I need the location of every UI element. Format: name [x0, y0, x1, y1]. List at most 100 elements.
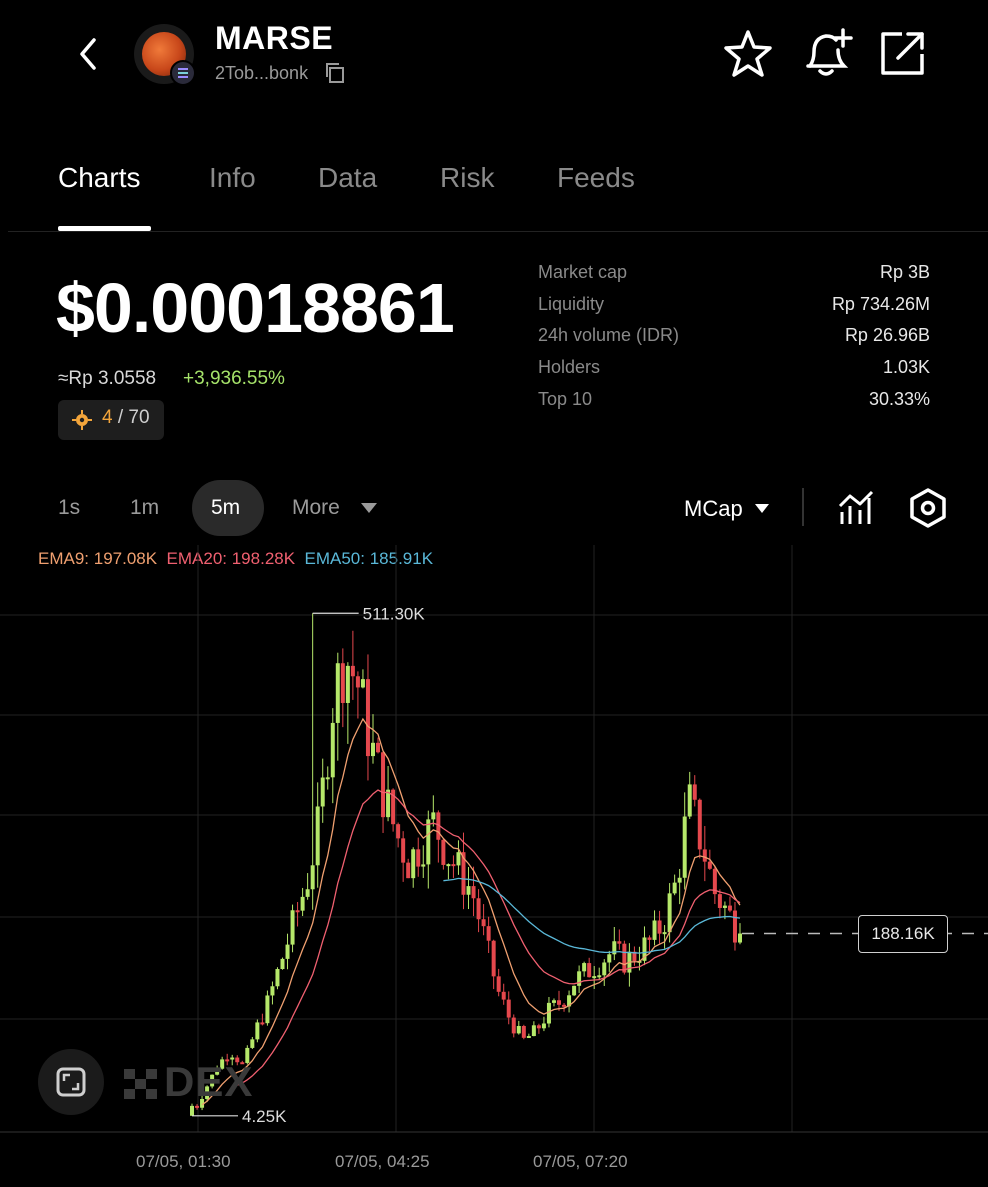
candle-body — [305, 889, 310, 897]
stat-label-market-cap: Market cap — [538, 262, 628, 282]
interval-1s[interactable]: 1s — [58, 496, 80, 520]
candle-body — [677, 877, 682, 883]
stat-label-top10: Top 10 — [538, 389, 593, 409]
watermark-text: DEX — [164, 1058, 254, 1105]
candle-body — [602, 962, 607, 976]
metric-select[interactable]: MCap — [684, 496, 743, 522]
candle-body — [255, 1022, 260, 1040]
bell-plus-icon[interactable] — [800, 26, 854, 80]
candle-body — [707, 861, 712, 869]
candle-body — [330, 722, 335, 778]
stat-value-volume: Rp 26.96B — [844, 325, 930, 345]
share-icon[interactable] — [878, 28, 928, 78]
risk-score-value: 4 — [102, 407, 113, 428]
candle-body — [687, 784, 692, 817]
high-value-label: 511.30K — [363, 604, 426, 623]
candle-body — [722, 905, 727, 908]
candle-body — [526, 1036, 531, 1039]
candle-body — [476, 898, 481, 920]
candle-body — [195, 1105, 200, 1108]
interval-more[interactable]: More — [292, 496, 340, 520]
stat-label-liquidity: Liquidity — [538, 294, 605, 314]
candle-body — [426, 819, 431, 865]
stat-label-holders: Holders — [538, 357, 601, 377]
candle-body — [190, 1105, 194, 1116]
candle-body — [285, 944, 290, 959]
candle-body — [738, 933, 742, 943]
tab-info[interactable]: Info — [209, 162, 256, 194]
candle-body — [501, 991, 506, 1000]
toolbar-divider — [802, 488, 804, 526]
ema50-line — [443, 877, 741, 954]
candle-body — [496, 976, 501, 992]
interval-1m[interactable]: 1m — [130, 496, 159, 520]
candle-body — [717, 894, 722, 908]
tab-divider — [8, 231, 988, 232]
candle-body — [481, 919, 486, 927]
candle-body — [370, 742, 375, 757]
candle-body — [290, 910, 295, 945]
risk-score: 4 / 70 — [102, 407, 150, 429]
candle-body — [506, 999, 511, 1018]
candle-body — [376, 742, 381, 753]
tab-data[interactable]: Data — [318, 162, 377, 194]
tab-risk[interactable]: Risk — [440, 162, 494, 194]
chevron-down-icon[interactable] — [754, 503, 770, 514]
candle-body — [662, 932, 667, 935]
x-tick-label: 07/05, 01:30 — [136, 1152, 231, 1171]
candle-body — [451, 864, 456, 867]
current-value-label: 188.16K — [858, 914, 948, 953]
candle-body — [381, 752, 386, 818]
candle-body — [345, 665, 350, 703]
candle-body — [697, 799, 702, 850]
back-icon[interactable] — [70, 30, 106, 78]
ema20-line — [231, 789, 741, 1089]
candle-body — [275, 969, 280, 987]
stat-value-market-cap: Rp 3B — [879, 262, 930, 282]
candle-body — [672, 882, 677, 894]
candle-body — [260, 1022, 265, 1025]
candle-body — [702, 849, 707, 862]
candle-body — [546, 1002, 551, 1024]
candle-body — [592, 976, 597, 979]
candle-body — [486, 926, 491, 941]
candle-body — [421, 864, 426, 867]
tab-charts[interactable]: Charts — [58, 162, 140, 194]
stat-value-holders: 1.03K — [882, 357, 930, 377]
candle-body — [300, 896, 305, 911]
candle-body — [531, 1025, 536, 1037]
candle-body — [491, 940, 496, 977]
candle-body — [667, 893, 672, 933]
candle-body — [365, 679, 370, 757]
indicator-icon[interactable] — [836, 488, 876, 528]
candle-body — [577, 971, 582, 986]
chevron-down-icon[interactable] — [360, 502, 378, 514]
price-change: +3,936.55% — [183, 368, 285, 389]
candle-body — [582, 963, 587, 972]
candle-body — [340, 663, 345, 703]
candle-body — [325, 777, 330, 780]
candle-body — [511, 1017, 516, 1034]
candle-body — [727, 905, 732, 911]
candle-body — [562, 1004, 567, 1007]
stat-value-top10: 30.33% — [868, 389, 930, 409]
price-rp: ≈Rp 3.0558 — [58, 368, 157, 389]
dex-logo-icon — [124, 1068, 157, 1099]
candle-body — [732, 910, 737, 943]
interval-5m[interactable]: 5m — [211, 496, 240, 520]
price-chart[interactable]: 511.30K 4.25K — [0, 545, 988, 1145]
low-value-label: 4.25K — [242, 1107, 287, 1126]
fullscreen-button[interactable] — [38, 1049, 104, 1115]
candle-body — [431, 812, 436, 820]
candle-body — [682, 816, 687, 878]
copy-icon[interactable] — [324, 62, 346, 84]
stat-value-liquidity: Rp 734.26M — [831, 294, 930, 314]
settings-icon[interactable] — [906, 486, 950, 530]
star-icon[interactable] — [722, 28, 774, 80]
tab-feeds[interactable]: Feeds — [557, 162, 635, 194]
token-name: MARSE — [215, 20, 334, 56]
candle-body — [652, 920, 657, 940]
chart-annotations: 511.30K 4.25K — [192, 604, 988, 1126]
candle-body — [587, 963, 592, 978]
price-usd: $0.00018861 — [56, 269, 455, 347]
